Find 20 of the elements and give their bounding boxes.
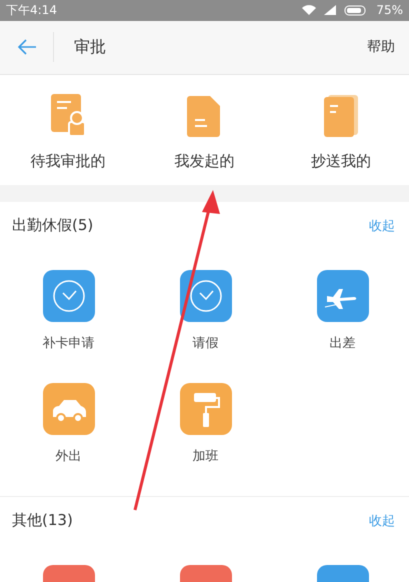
section-title: 出勤休假(5)	[12, 216, 94, 236]
document-icon	[186, 94, 222, 138]
shortcut-button[interactable]: 抄送我的	[272, 74, 409, 185]
status-time: 下午4:14	[6, 2, 57, 19]
signal-icon	[324, 5, 336, 16]
app-item[interactable]: 请假	[137, 270, 274, 383]
app-item[interactable]: 加班	[137, 382, 274, 496]
section-title: 其他(13)	[12, 511, 73, 530]
battery-percent: 75%	[376, 3, 403, 18]
documents-icon	[322, 94, 360, 138]
help-button[interactable]: 帮助	[367, 38, 395, 56]
wifi-icon	[302, 4, 316, 16]
battery-icon	[344, 4, 368, 16]
app-item[interactable]: 出差	[274, 270, 409, 383]
app-item[interactable]: 外出	[0, 382, 137, 496]
app-item[interactable]: 补卡申请	[0, 270, 137, 383]
shortcut-button[interactable]: 我发起的	[136, 74, 273, 185]
shortcut-button[interactable]: 待我审批的	[0, 74, 136, 185]
page-title: 审批	[74, 36, 107, 58]
back-arrow-icon	[16, 39, 36, 56]
